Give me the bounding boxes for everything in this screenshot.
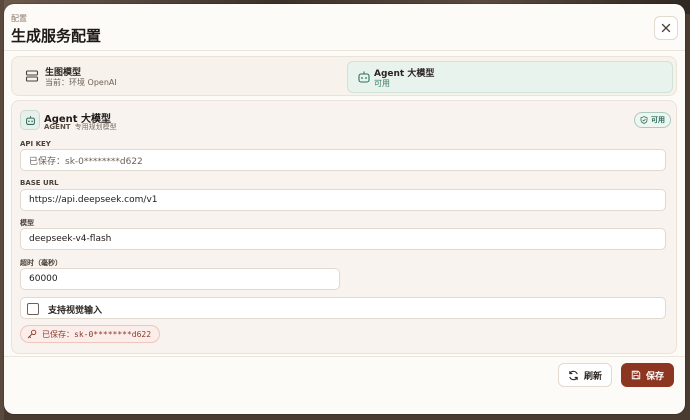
bot-icon xyxy=(25,115,35,125)
agent-config-panel: Agent 大模型 AGENT 专用规划模型 可用 API KEY 已保存：sk-… xyxy=(11,100,677,354)
vision-checkbox[interactable] xyxy=(27,303,39,315)
dialog-title: 生成服务配置 xyxy=(11,27,102,45)
tab-subtitle: 可用 xyxy=(374,79,390,88)
dialog-eyebrow: 配置 xyxy=(11,14,27,23)
shield-check-icon xyxy=(640,116,648,124)
header-divider xyxy=(4,50,685,51)
save-label: 保存 xyxy=(645,371,664,382)
panel-icon-box xyxy=(20,110,40,130)
api-key-label: API KEY xyxy=(20,140,51,148)
config-dialog: 配置 生成服务配置 生图模型 当前：环境 OpenAI Agent 大模型 可用… xyxy=(4,4,685,414)
timeout-label: 超时（毫秒） xyxy=(20,259,62,267)
tab-subtitle: 当前：环境 OpenAI xyxy=(45,78,117,87)
save-icon xyxy=(631,370,641,380)
server-icon xyxy=(25,70,39,82)
key-icon xyxy=(27,329,37,339)
model-input[interactable]: deepseek-v4-flash xyxy=(20,228,666,250)
status-badge: 可用 xyxy=(634,112,671,128)
service-tabs: 生图模型 当前：环境 OpenAI Agent 大模型 可用 xyxy=(11,56,677,96)
panel-subtitle-text: 专用规划模型 xyxy=(74,123,117,131)
model-label: 模型 xyxy=(20,219,34,227)
panel-subtitle: AGENT 专用规划模型 xyxy=(44,122,117,132)
api-key-input[interactable]: 已保存：sk-0********d622 xyxy=(20,149,666,171)
saved-key-text: 已保存：sk-0********d622 xyxy=(42,329,152,339)
refresh-button[interactable]: 刷新 xyxy=(558,363,612,387)
tab-agent-model[interactable]: Agent 大模型 可用 xyxy=(347,61,673,93)
close-button[interactable] xyxy=(654,16,678,40)
footer-divider xyxy=(4,356,685,357)
base-url-label: BASE URL xyxy=(20,179,59,187)
panel-tag: AGENT xyxy=(44,123,71,131)
base-url-input[interactable]: https://api.deepseek.com/v1 xyxy=(20,189,666,211)
refresh-label: 刷新 xyxy=(583,371,602,382)
saved-key-chip: 已保存：sk-0********d622 xyxy=(20,325,161,343)
timeout-input[interactable]: 60000 xyxy=(20,268,340,290)
vision-input-row[interactable]: 支持视觉输入 xyxy=(20,297,666,319)
save-button[interactable]: 保存 xyxy=(621,363,674,387)
tab-image-model[interactable]: 生图模型 当前：环境 OpenAI xyxy=(18,61,338,91)
vision-label: 支持视觉输入 xyxy=(48,306,103,316)
refresh-icon xyxy=(569,370,578,380)
close-icon xyxy=(661,23,671,33)
bot-icon xyxy=(358,71,370,83)
dialog-header: 配置 生成服务配置 xyxy=(4,4,685,50)
status-text: 可用 xyxy=(651,116,665,124)
